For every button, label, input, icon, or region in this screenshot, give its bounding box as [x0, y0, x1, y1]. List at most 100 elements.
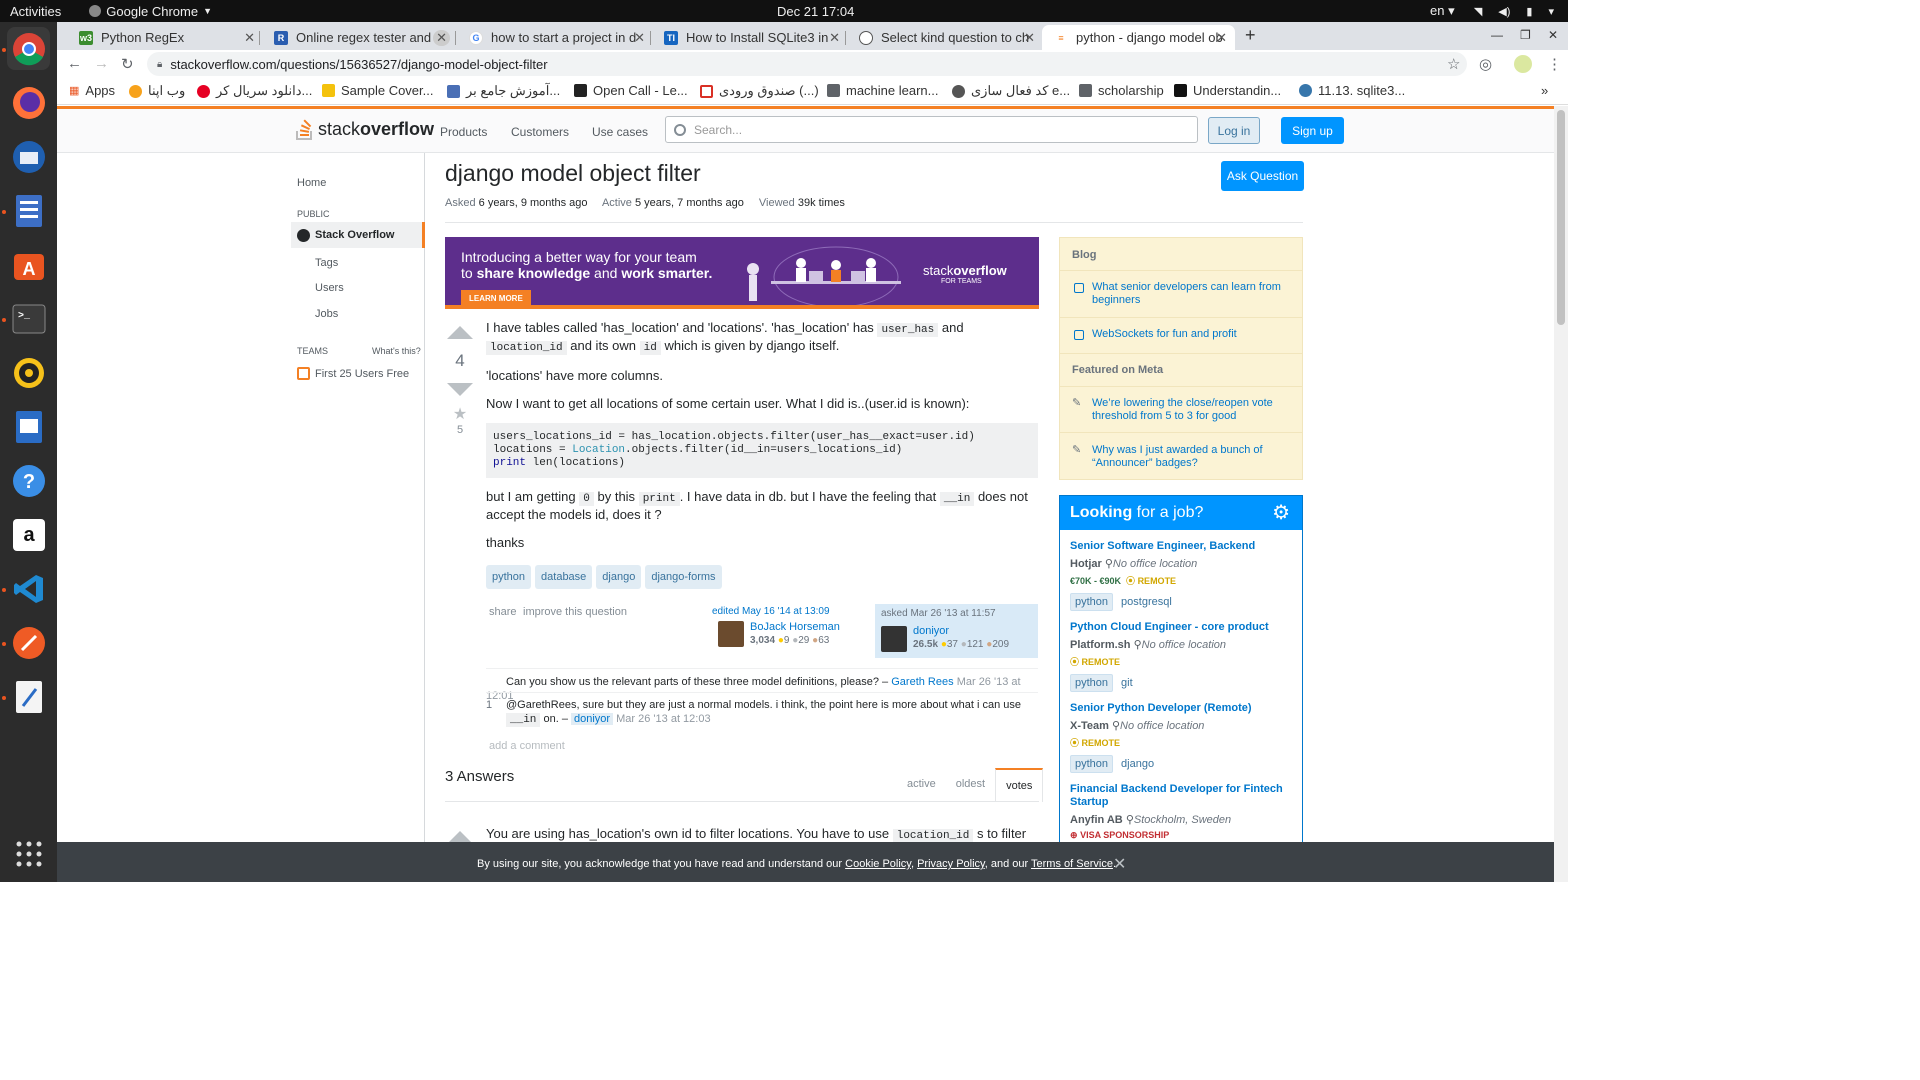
close-window-button[interactable]: ✕ — [1548, 28, 1558, 42]
editor-name[interactable]: BoJack Horseman — [750, 621, 840, 633]
whats-this-link[interactable]: What's this? — [372, 346, 421, 356]
tag-database[interactable]: database — [535, 565, 593, 589]
nav-use-cases[interactable]: Use cases — [592, 125, 648, 139]
job-tag[interactable]: python — [1070, 593, 1114, 611]
language-indicator[interactable]: en ▾ — [1430, 3, 1455, 19]
postman-dock-icon[interactable] — [7, 621, 50, 664]
sidebar-item-home[interactable]: Home — [297, 177, 326, 189]
terms-link[interactable]: Terms of Service — [1031, 858, 1113, 870]
tab-select-kind[interactable]: Select kind question to ch ✕ — [847, 25, 1043, 50]
job-tag[interactable]: python — [1070, 755, 1114, 773]
sort-oldest[interactable]: oldest — [946, 768, 995, 802]
app-menu[interactable]: Google Chrome ▼ — [89, 4, 212, 19]
terminal-dock-icon[interactable]: >_ — [7, 297, 50, 340]
tab-python-regex[interactable]: w3 Python RegEx ✕ — [67, 25, 263, 50]
maximize-button[interactable]: ❐ — [1520, 28, 1531, 42]
bookmark-4[interactable]: آموزش جامع بر... — [447, 83, 560, 99]
job-listing[interactable]: Senior Software Engineer, Backend Hotjar… — [1070, 540, 1294, 611]
sidebar-item-first25[interactable]: First 25 Users Free — [297, 367, 409, 380]
close-icon[interactable]: ✕ — [1113, 854, 1126, 874]
files-dock-icon[interactable] — [7, 189, 50, 232]
thunderbird-dock-icon[interactable] — [7, 135, 50, 178]
tab-google-search[interactable]: G how to start a project in d ✕ — [457, 25, 653, 50]
bookmark-1[interactable]: وب اپنا — [129, 83, 185, 99]
more-bookmarks-icon[interactable]: » — [1541, 83, 1548, 98]
nav-products[interactable]: Products — [440, 125, 487, 139]
bookmark-7[interactable]: machine learn... — [827, 83, 939, 98]
editor-avatar[interactable] — [718, 621, 744, 647]
close-icon[interactable]: ✕ — [1024, 30, 1035, 46]
bookmark-6[interactable]: صندوق ورودی (...) — [700, 83, 819, 99]
bookmark-3[interactable]: Sample Cover... — [322, 83, 434, 98]
vscode-dock-icon[interactable] — [7, 567, 50, 610]
minimize-button[interactable]: — — [1491, 28, 1503, 42]
bookmark-9[interactable]: scholarship — [1079, 83, 1164, 98]
job-tag[interactable]: python — [1070, 674, 1114, 692]
help-dock-icon[interactable]: ? — [7, 459, 50, 502]
tab-django-filter[interactable]: ≡ python - django model ob ✕ — [1042, 25, 1235, 50]
teams-ad-banner[interactable]: Introducing a better way for your team t… — [445, 237, 1039, 309]
tag-python[interactable]: python — [486, 565, 532, 589]
meta-item[interactable]: ✎ Why was I just awarded a bunch of “Anno… — [1072, 444, 1294, 470]
add-comment-link[interactable]: add a comment — [489, 740, 565, 752]
close-icon[interactable]: ✕ — [1216, 30, 1227, 46]
share-link[interactable]: share — [489, 606, 517, 618]
reload-icon[interactable]: ↻ — [121, 55, 134, 73]
forward-icon[interactable]: → — [94, 55, 109, 72]
system-tray[interactable]: ◥ ◀) ▮ ▾ — [1474, 5, 1554, 18]
bookmark-8[interactable]: کد فعال سازی e... — [952, 83, 1070, 99]
job-tag[interactable]: django — [1116, 755, 1160, 773]
sidebar-item-jobs[interactable]: Jobs — [315, 308, 338, 320]
edited-time[interactable]: edited May 16 '14 at 13:09 — [712, 606, 862, 617]
close-icon[interactable]: ✕ — [829, 30, 840, 46]
asker-avatar[interactable] — [881, 626, 907, 652]
comment-user[interactable]: doniyor — [571, 713, 614, 725]
close-icon[interactable]: ✕ — [244, 30, 255, 46]
question-title[interactable]: django model object filter — [445, 160, 701, 187]
upvote-arrow-icon[interactable] — [447, 326, 473, 339]
clock[interactable]: Dec 21 17:04 — [777, 4, 854, 19]
tab-regex-tester[interactable]: R Online regex tester and d ✕ — [262, 25, 458, 50]
downvote-arrow-icon[interactable] — [447, 383, 473, 396]
job-listing[interactable]: Python Cloud Engineer - core product Pla… — [1070, 621, 1294, 692]
firefox-dock-icon[interactable] — [7, 81, 50, 124]
text-editor-dock-icon[interactable] — [7, 675, 50, 718]
signup-button[interactable]: Sign up — [1281, 117, 1344, 144]
bookmark-2[interactable]: دانلود سریال کر... — [197, 83, 312, 99]
close-icon[interactable]: ✕ — [634, 30, 645, 46]
close-icon[interactable]: ✕ — [433, 29, 450, 46]
nav-customers[interactable]: Customers — [511, 125, 569, 139]
ask-question-button[interactable]: Ask Question — [1221, 161, 1304, 191]
stackoverflow-logo[interactable]: stack overflow — [295, 117, 434, 141]
menu-icon[interactable]: ⋮ — [1547, 55, 1562, 73]
rhythmbox-dock-icon[interactable] — [7, 351, 50, 394]
asker-name[interactable]: doniyor — [913, 625, 949, 637]
bookmark-11[interactable]: 11.13. sqlite3... — [1299, 83, 1405, 98]
job-listing[interactable]: Financial Backend Developer for Fintech … — [1070, 783, 1294, 841]
writer-dock-icon[interactable] — [7, 405, 50, 448]
extension-icon[interactable]: ◎ — [1479, 55, 1492, 73]
bookmark-apps[interactable]: ▦ Apps — [69, 83, 115, 98]
privacy-policy-link[interactable]: Privacy Policy — [917, 858, 985, 870]
active-time[interactable]: 5 years, 7 months ago — [635, 197, 744, 209]
software-center-dock-icon[interactable]: A — [7, 243, 50, 286]
blog-item[interactable]: What senior developers can learn from be… — [1072, 281, 1294, 307]
sort-votes[interactable]: votes — [995, 768, 1044, 802]
address-bar[interactable]: 🔒︎ stackoverflow.com/questions/15636527/… — [147, 52, 1467, 76]
chrome-dock-icon[interactable] — [7, 27, 50, 70]
scrollbar-thumb[interactable] — [1557, 110, 1565, 325]
star-icon[interactable]: ★ — [445, 404, 475, 424]
back-icon[interactable]: ← — [67, 55, 82, 72]
tag-django-forms[interactable]: django-forms — [645, 565, 722, 589]
scrollbar[interactable] — [1554, 106, 1568, 882]
improve-link[interactable]: improve this question — [523, 606, 627, 618]
login-button[interactable]: Log in — [1208, 117, 1260, 144]
cookie-policy-link[interactable]: Cookie Policy — [845, 858, 911, 870]
sort-active[interactable]: active — [897, 768, 946, 802]
job-tag[interactable]: postgresql — [1116, 593, 1177, 611]
profile-avatar[interactable] — [1514, 55, 1532, 73]
sidebar-item-stack-overflow[interactable]: Stack Overflow — [291, 222, 425, 248]
amazon-dock-icon[interactable]: a — [7, 513, 50, 556]
blog-item[interactable]: WebSockets for fun and profit — [1072, 328, 1294, 341]
job-tag[interactable]: git — [1116, 674, 1138, 692]
